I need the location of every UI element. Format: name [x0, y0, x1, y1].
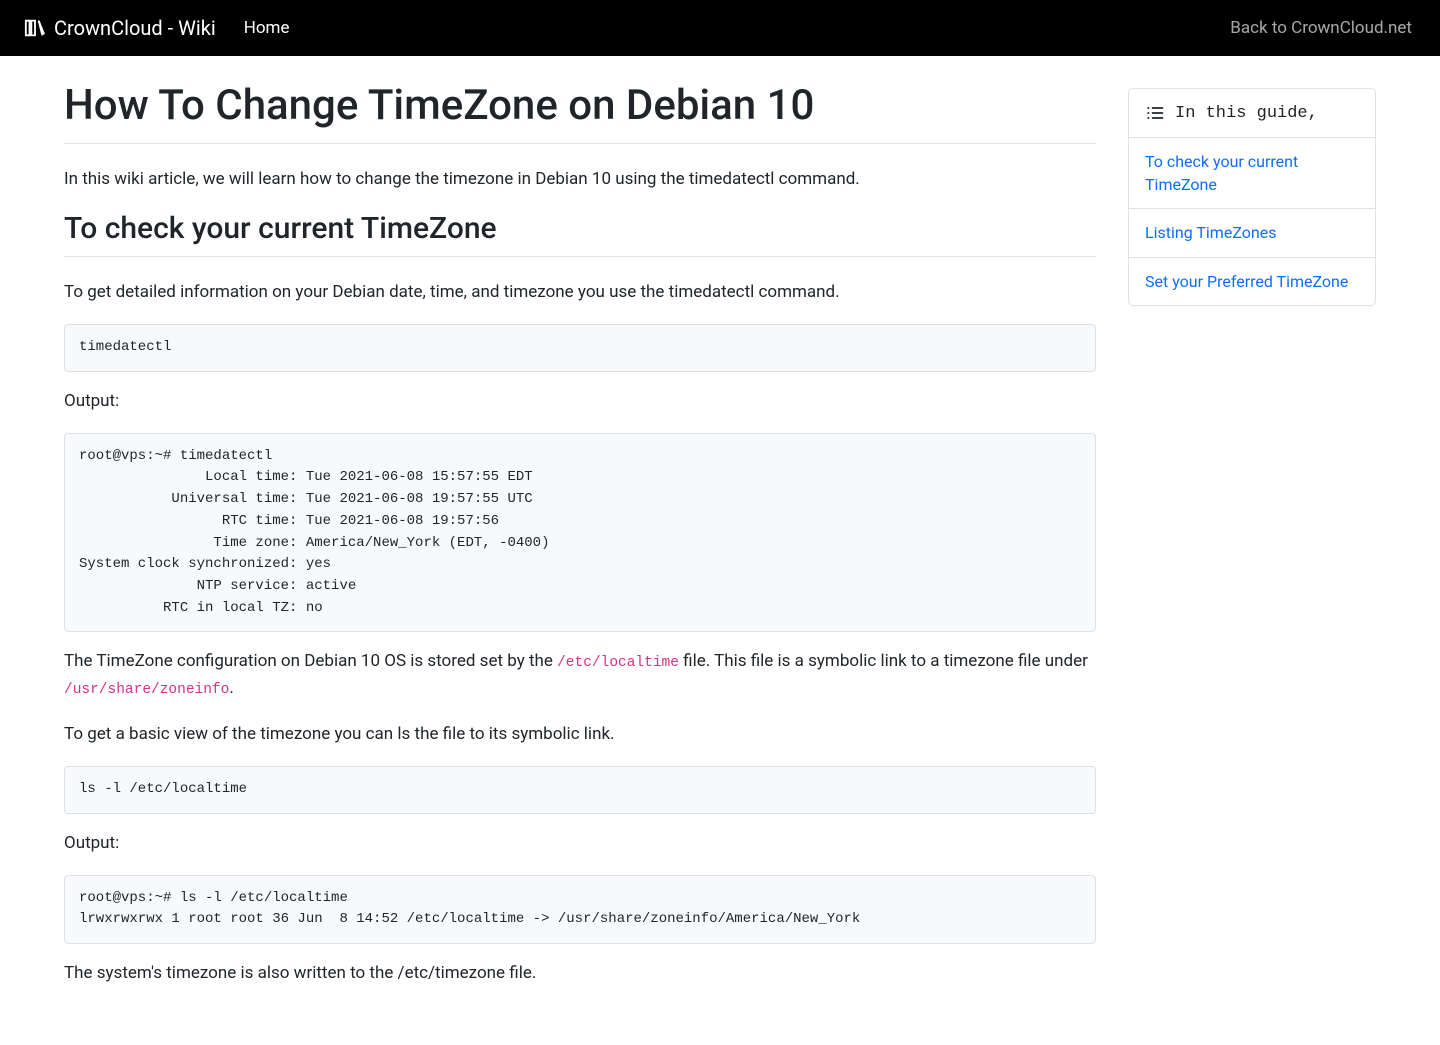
toc-link-check-tz[interactable]: To check your current TimeZone [1129, 138, 1375, 208]
toc-link-set-tz[interactable]: Set your Preferred TimeZone [1129, 258, 1375, 305]
output-label-2: Output: [64, 830, 1096, 857]
inline-code-zoneinfo: /usr/share/zoneinfo [64, 682, 229, 698]
toc-header: In this guide, [1129, 89, 1375, 138]
nav-home-link[interactable]: Home [232, 10, 302, 46]
code-timedatectl: timedatectl [64, 324, 1096, 372]
nav-right: Back to CrownCloud.net [1218, 18, 1424, 38]
code-ls-localtime: ls -l /etc/localtime [64, 766, 1096, 814]
section-heading-check-tz: To check your current TimeZone [64, 211, 1096, 246]
toc-list: To check your current TimeZone Listing T… [1129, 138, 1375, 305]
toc-link-listing-tz[interactable]: Listing TimeZones [1129, 209, 1375, 256]
list-icon [1145, 103, 1165, 123]
code-ls-output: root@vps:~# ls -l /etc/localtime lrwxrwx… [64, 875, 1096, 944]
nav-back-link[interactable]: Back to CrownCloud.net [1218, 10, 1424, 46]
toc-card: In this guide, To check your current Tim… [1128, 88, 1376, 306]
code-timedatectl-output: root@vps:~# timedatectl Local time: Tue … [64, 433, 1096, 633]
section-divider [64, 256, 1096, 257]
para-ls-desc: To get a basic view of the timezone you … [64, 721, 1096, 748]
output-label-1: Output: [64, 388, 1096, 415]
toc-item: Set your Preferred TimeZone [1129, 258, 1375, 305]
para-etc-timezone: The system's timezone is also written to… [64, 960, 1096, 987]
page-container: How To Change TimeZone on Debian 10 In t… [20, 56, 1420, 1045]
title-divider [64, 143, 1096, 144]
para-tz-config-a: The TimeZone configuration on Debian 10 … [64, 651, 557, 671]
para-tz-config: The TimeZone configuration on Debian 10 … [64, 648, 1096, 702]
brand-link[interactable]: CrownCloud - Wiki [16, 8, 224, 48]
intro-paragraph: In this wiki article, we will learn how … [64, 166, 1096, 193]
sidebar-toc: In this guide, To check your current Tim… [1128, 88, 1376, 306]
inline-code-localtime: /etc/localtime [557, 655, 679, 671]
article-main: How To Change TimeZone on Debian 10 In t… [64, 80, 1096, 1005]
book-stack-icon [24, 17, 46, 39]
para-tz-config-c: . [229, 678, 233, 698]
toc-item: To check your current TimeZone [1129, 138, 1375, 209]
toc-item: Listing TimeZones [1129, 209, 1375, 257]
nav-left: CrownCloud - Wiki Home [16, 8, 301, 48]
brand-text: CrownCloud - Wiki [54, 16, 216, 40]
para-check-info: To get detailed information on your Debi… [64, 279, 1096, 306]
top-navbar: CrownCloud - Wiki Home Back to CrownClou… [0, 0, 1440, 56]
toc-title: In this guide, [1175, 104, 1318, 123]
page-title: How To Change TimeZone on Debian 10 [64, 80, 1096, 133]
para-tz-config-b: file. This file is a symbolic link to a … [679, 651, 1088, 671]
